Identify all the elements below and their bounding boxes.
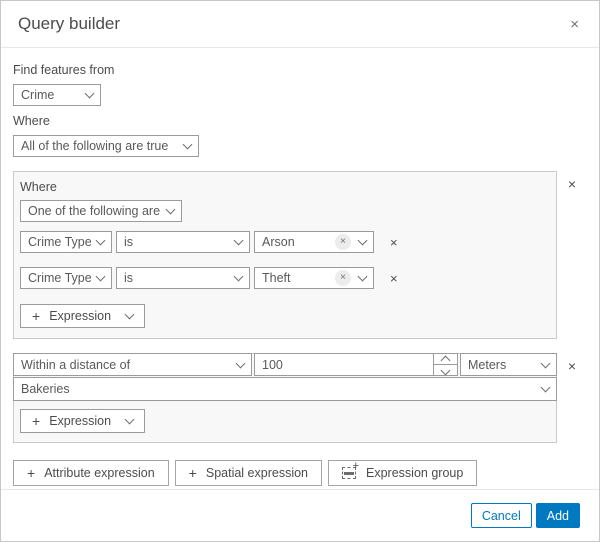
group-operator-select[interactable]: One of the following are tr… xyxy=(20,200,182,222)
attribute-expression-label: Attribute expression xyxy=(44,466,155,480)
expression-group-label: Expression group xyxy=(366,466,464,480)
cancel-button[interactable]: Cancel xyxy=(470,503,532,528)
plus-icon: + xyxy=(352,460,360,472)
remove-group-button[interactable]: × xyxy=(557,176,587,192)
chevron-down-icon xyxy=(440,365,451,375)
stepper-controls xyxy=(433,354,457,375)
chevron-down-icon xyxy=(124,414,135,425)
chevron-down-icon xyxy=(235,358,246,368)
field-select[interactable]: Crime Type xyxy=(20,231,112,253)
page-title: Query builder xyxy=(18,14,121,33)
operator-select[interactable]: is xyxy=(116,267,250,289)
remove-value-icon[interactable]: × xyxy=(335,270,351,286)
dialog-body: Find features from Crime Where All of th… xyxy=(1,48,599,486)
builder-actions: + Attribute expression + Spatial express… xyxy=(13,460,587,486)
value-combobox[interactable]: Theft × xyxy=(254,267,374,289)
find-features-label: Find features from xyxy=(13,63,115,77)
spatial-expression-row: Within a distance of Meters xyxy=(13,353,557,376)
attribute-group-row: Where One of the following are tr… Crime… xyxy=(13,171,587,339)
add-button[interactable]: Add xyxy=(535,503,580,528)
top-operator-value: All of the following are true xyxy=(21,139,169,153)
group-where-label: Where xyxy=(20,180,57,194)
stepper-up-button[interactable] xyxy=(434,354,457,365)
units-value: Meters xyxy=(468,357,507,372)
chevron-down-icon xyxy=(357,235,368,246)
field-value: Crime Type xyxy=(28,235,91,249)
field-value: Crime Type xyxy=(28,271,91,285)
expression-group-icon: + xyxy=(342,460,359,479)
add-expression-button[interactable]: + Expression xyxy=(20,409,146,433)
target-layer-select[interactable]: Bakeries xyxy=(13,377,557,401)
spatial-group-row: Within a distance of Meters xyxy=(13,353,587,443)
units-select[interactable]: Meters xyxy=(460,353,557,376)
plus-icon: + xyxy=(188,465,197,481)
remove-value-icon[interactable]: × xyxy=(335,234,351,250)
plus-icon: + xyxy=(32,413,41,429)
target-layer-value: Bakeries xyxy=(21,382,70,396)
dialog-header: Query builder × xyxy=(1,1,599,48)
chevron-down-icon xyxy=(165,204,176,215)
spatial-operator-select[interactable]: Within a distance of xyxy=(13,353,252,376)
chevron-down-icon xyxy=(233,235,244,246)
value-combobox[interactable]: Arson × xyxy=(254,231,374,253)
query-builder-dialog: Query builder × Find features from Crime… xyxy=(0,0,600,542)
plus-icon: + xyxy=(32,308,41,324)
add-expression-button[interactable]: + Expression xyxy=(20,304,146,328)
chevron-down-icon xyxy=(540,382,551,393)
operator-select[interactable]: is xyxy=(116,231,250,253)
spatial-expression-button[interactable]: + Spatial expression xyxy=(174,460,323,486)
expression-row: Crime Type is Theft × × xyxy=(20,267,550,289)
remove-expression-button[interactable]: × xyxy=(386,271,402,286)
chevron-down-icon xyxy=(95,271,106,282)
source-layer-value: Crime xyxy=(21,88,55,102)
expression-group-button[interactable]: + Expression group xyxy=(328,460,478,486)
value-label: Arson xyxy=(262,235,295,249)
add-expression-label: Expression xyxy=(49,309,112,323)
source-layer-select[interactable]: Crime xyxy=(13,84,101,106)
chevron-down-icon xyxy=(84,88,95,99)
expression-row: Crime Type is Arson × × xyxy=(20,231,550,253)
dialog-footer: Cancel Add xyxy=(1,489,599,541)
close-button[interactable]: × xyxy=(566,15,583,34)
expression-group-attribute: Where One of the following are tr… Crime… xyxy=(13,171,557,339)
spatial-expression-label: Spatial expression xyxy=(205,466,309,480)
attribute-expression-button[interactable]: + Attribute expression xyxy=(13,460,169,486)
chevron-down-icon xyxy=(357,271,368,282)
distance-stepper xyxy=(254,353,458,376)
plus-icon: + xyxy=(27,465,36,481)
add-expression-label: Expression xyxy=(49,414,112,428)
operator-value: is xyxy=(124,271,134,285)
chevron-down-icon xyxy=(233,271,244,282)
spatial-operator-value: Within a distance of xyxy=(21,357,131,372)
chevron-down-icon xyxy=(182,139,193,150)
field-select[interactable]: Crime Type xyxy=(20,267,112,289)
value-label: Theft xyxy=(262,271,291,285)
expression-group-spatial: Within a distance of Meters xyxy=(13,353,557,443)
group-operator-value: One of the following are tr… xyxy=(28,204,161,218)
where-label: Where xyxy=(13,114,50,128)
operator-value: is xyxy=(124,235,134,249)
top-operator-select[interactable]: All of the following are true xyxy=(13,135,199,157)
remove-group-button[interactable]: × xyxy=(557,358,587,374)
distance-input[interactable] xyxy=(255,354,457,375)
close-icon: × xyxy=(570,15,579,33)
remove-expression-button[interactable]: × xyxy=(386,235,402,250)
chevron-down-icon xyxy=(124,309,135,320)
stepper-down-button[interactable] xyxy=(434,364,457,375)
chevron-down-icon xyxy=(540,358,551,368)
chevron-down-icon xyxy=(95,235,106,246)
